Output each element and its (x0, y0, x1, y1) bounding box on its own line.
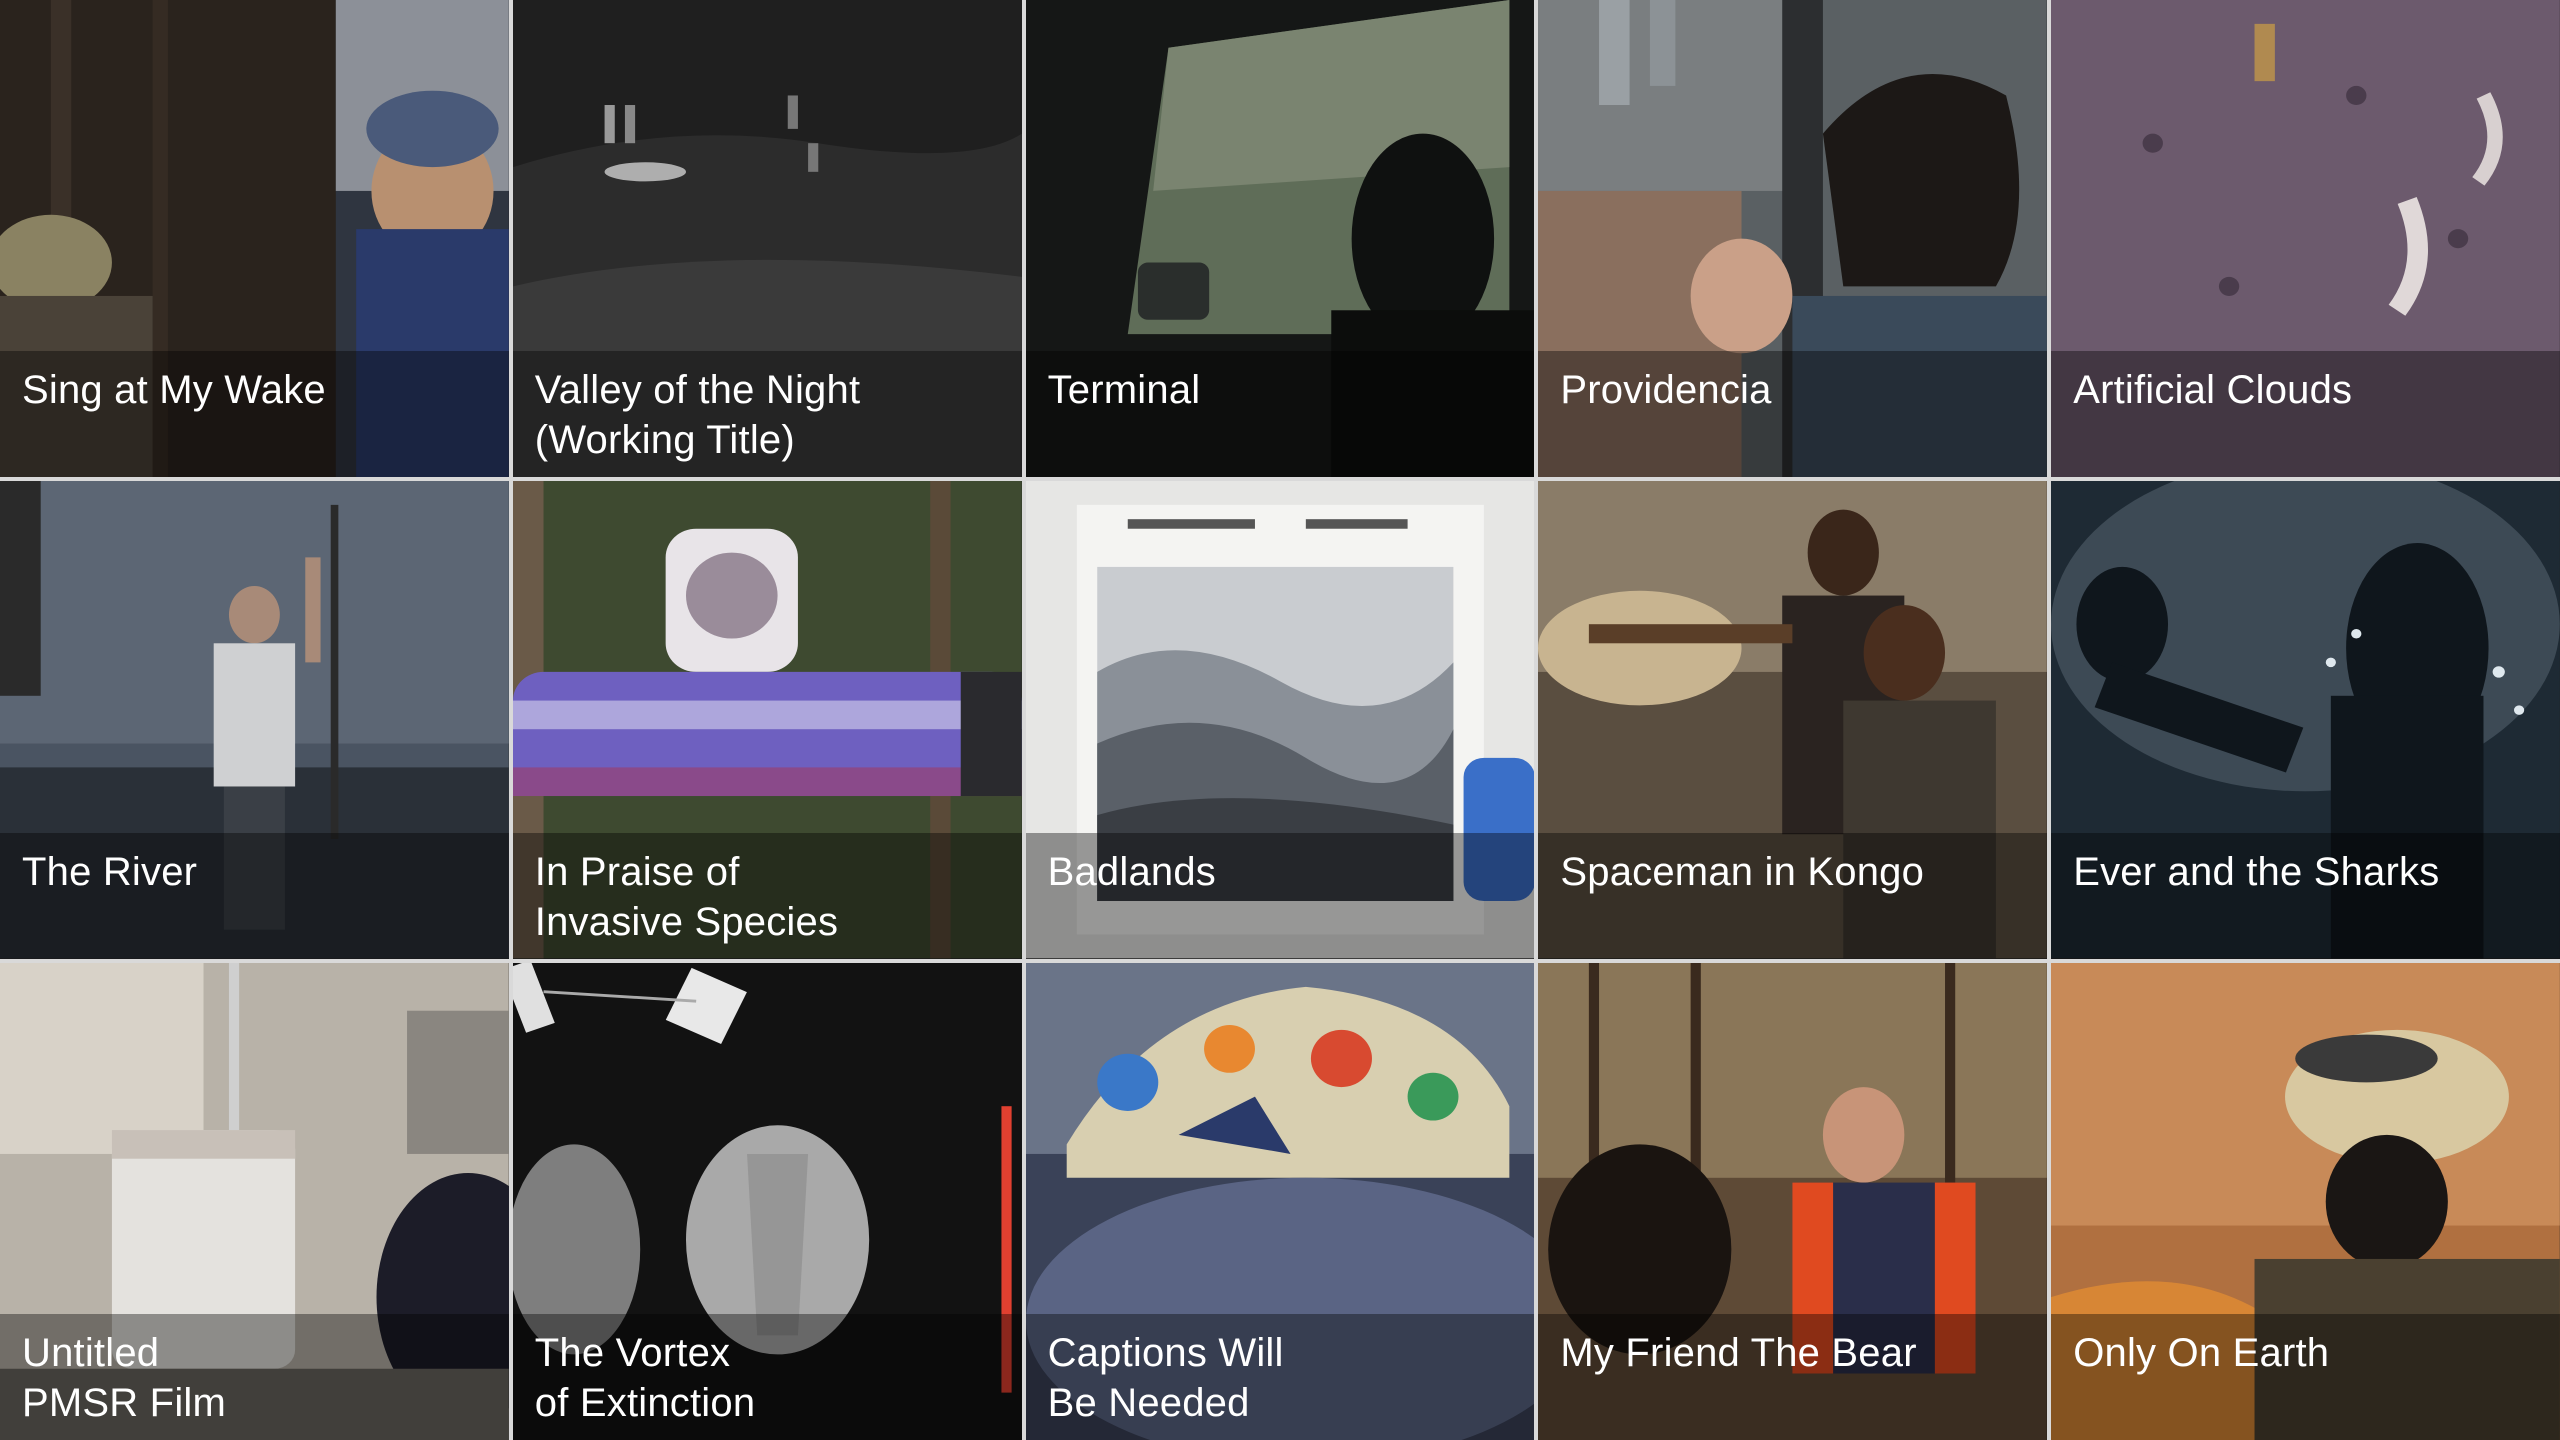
film-title-bar: Valley of the Night (Working Title) (512, 351, 1022, 478)
film-title: Valley of the Night (Working Title) (534, 368, 861, 463)
film-title: Captions Will Be Needed (1047, 1331, 1284, 1425)
film-tile[interactable]: Only On Earth (2051, 962, 2560, 1440)
film-title-bar: Captions Will Be Needed (1025, 1314, 1535, 1440)
film-tile[interactable]: The River (0, 481, 509, 959)
film-title: Providencia (1560, 368, 1772, 413)
film-title: Artificial Clouds (2073, 368, 2353, 413)
film-title: Spaceman in Kongo (1560, 849, 1925, 894)
film-title-bar: In Praise of Invasive Species (512, 832, 1022, 959)
film-tile[interactable]: Spaceman in Kongo (1538, 481, 2048, 959)
film-tile[interactable]: The Vortex of Extinction (512, 962, 1022, 1440)
film-tile[interactable]: Artificial Clouds (2051, 0, 2560, 478)
film-title: Badlands (1047, 849, 1216, 894)
film-tile[interactable]: Terminal (1025, 0, 1535, 478)
film-title: The River (22, 849, 198, 894)
film-title: Ever and the Sharks (2073, 849, 2440, 894)
film-tile[interactable]: My Friend The Bear (1538, 962, 2048, 1440)
film-title-bar: Providencia (1538, 351, 2048, 478)
film-tile[interactable]: Badlands (1025, 481, 1535, 959)
film-tile[interactable]: Providencia (1538, 0, 2048, 478)
film-tile[interactable]: Valley of the Night (Working Title) (512, 0, 1022, 478)
film-title-bar: The River (0, 832, 509, 959)
film-title: My Friend The Bear (1560, 1331, 1917, 1375)
film-tile[interactable]: Sing at My Wake (0, 0, 509, 478)
film-title: The Vortex of Extinction (534, 1331, 756, 1425)
film-title: Sing at My Wake (22, 368, 326, 413)
film-title-bar: Sing at My Wake (0, 351, 509, 478)
film-title: Terminal (1047, 368, 1201, 413)
film-title: Untitled PMSR Film (22, 1331, 227, 1425)
film-title-bar: My Friend The Bear (1538, 1314, 2048, 1440)
film-title-bar: Untitled PMSR Film (0, 1314, 509, 1440)
film-title-bar: Terminal (1025, 351, 1535, 478)
film-title-bar: The Vortex of Extinction (512, 1314, 1022, 1440)
film-title: In Praise of Invasive Species (534, 849, 839, 944)
film-title-bar: Artificial Clouds (2051, 351, 2560, 478)
film-tile[interactable]: In Praise of Invasive Species (512, 481, 1022, 959)
film-title: Only On Earth (2073, 1331, 2330, 1375)
film-tile[interactable]: Ever and the Sharks (2051, 481, 2560, 959)
film-title-bar: Only On Earth (2051, 1314, 2560, 1440)
film-tile[interactable]: Untitled PMSR Film (0, 962, 509, 1440)
film-title-bar: Spaceman in Kongo (1538, 832, 2048, 959)
film-tile[interactable]: Captions Will Be Needed (1025, 962, 1535, 1440)
film-title-bar: Ever and the Sharks (2051, 832, 2560, 959)
film-grid: Sing at My Wake Valley of the Night (Wor… (0, 0, 2560, 1440)
film-title-bar: Badlands (1025, 832, 1535, 959)
